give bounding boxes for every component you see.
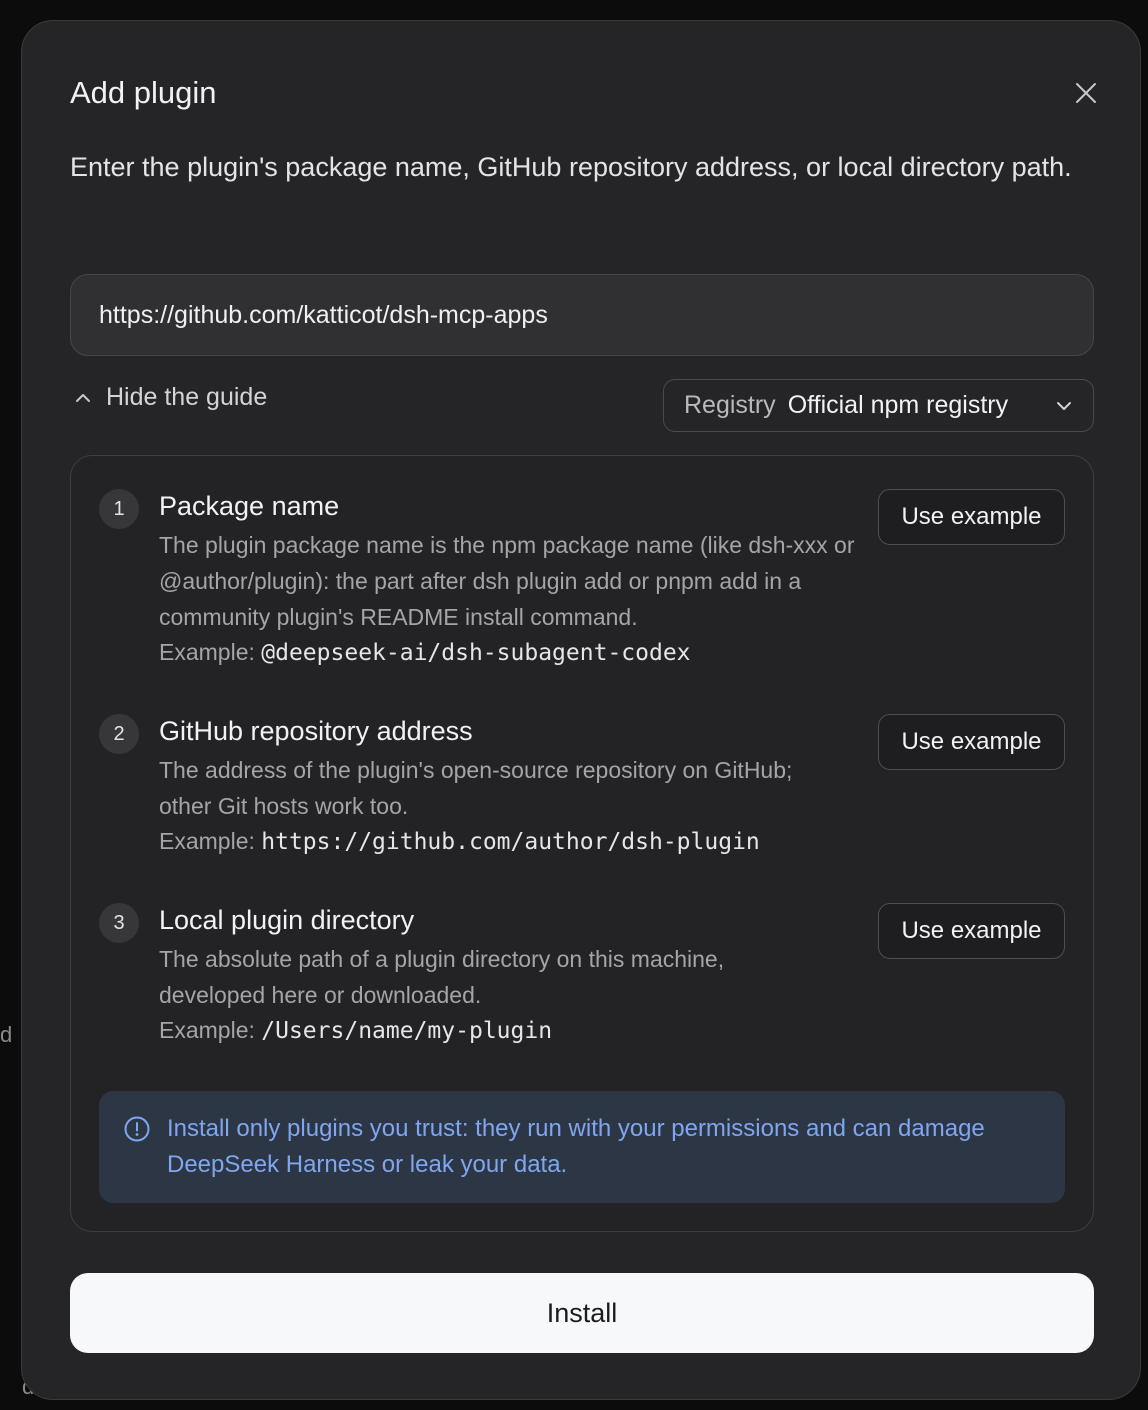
info-circle-icon xyxy=(124,1116,150,1142)
close-icon xyxy=(1076,83,1096,103)
example-value: /Users/name/my-plugin xyxy=(261,1018,553,1044)
background-glyph: d xyxy=(0,1022,13,1047)
example-value: https://github.com/author/dsh-plugin xyxy=(261,829,760,855)
example-label: Example: xyxy=(159,639,255,665)
example-label: Example: xyxy=(159,1017,255,1043)
guide-panel: 1 Package name The plugin package name i… xyxy=(70,455,1094,1232)
warning-text: Install only plugins you trust: they run… xyxy=(167,1115,985,1178)
hide-guide-label: Hide the guide xyxy=(106,383,268,411)
close-button[interactable] xyxy=(1068,75,1104,111)
use-example-button[interactable]: Use example xyxy=(878,714,1065,770)
guide-step-package-name: 1 Package name The plugin package name i… xyxy=(99,489,1065,679)
step-description: The plugin package name is the npm packa… xyxy=(159,532,855,630)
use-example-button[interactable]: Use example xyxy=(878,489,1065,545)
use-example-button[interactable]: Use example xyxy=(878,903,1065,959)
plugin-source-input[interactable] xyxy=(70,274,1094,356)
registry-value: Official npm registry xyxy=(787,391,1009,419)
example-value: @deepseek-ai/dsh-subagent-codex xyxy=(261,640,691,666)
step-description: The address of the plugin's open-source … xyxy=(159,757,793,819)
add-plugin-dialog: Add plugin Enter the plugin's package na… xyxy=(21,20,1141,1400)
registry-select[interactable]: Registry Official npm registry xyxy=(663,379,1094,432)
step-description: The absolute path of a plugin directory … xyxy=(159,946,725,1008)
step-number: 2 xyxy=(99,714,139,754)
step-number: 1 xyxy=(99,489,139,529)
step-title: GitHub repository address xyxy=(159,716,473,746)
step-example: Example: @deepseek-ai/dsh-subagent-codex xyxy=(159,639,691,666)
dialog-title: Add plugin xyxy=(70,75,217,110)
install-button[interactable]: Install xyxy=(70,1273,1094,1353)
hide-guide-toggle[interactable]: Hide the guide xyxy=(74,383,267,412)
guide-step-github-address: 2 GitHub repository address The address … xyxy=(99,714,1065,864)
step-title: Local plugin directory xyxy=(159,905,415,935)
chevron-down-icon xyxy=(1057,401,1071,410)
step-example: Example: /Users/name/my-plugin xyxy=(159,1017,552,1044)
example-label: Example: xyxy=(159,828,255,854)
chevron-up-icon xyxy=(76,393,90,402)
guide-step-local-directory: 3 Local plugin directory The absolute pa… xyxy=(99,903,1065,1053)
step-example: Example: https://github.com/author/dsh-p… xyxy=(159,828,760,855)
step-title: Package name xyxy=(159,491,340,521)
registry-label: Registry xyxy=(684,391,776,419)
dialog-description: Enter the plugin's package name, GitHub … xyxy=(70,152,1072,182)
trust-warning: Install only plugins you trust: they run… xyxy=(99,1091,1065,1203)
step-number: 3 xyxy=(99,903,139,943)
